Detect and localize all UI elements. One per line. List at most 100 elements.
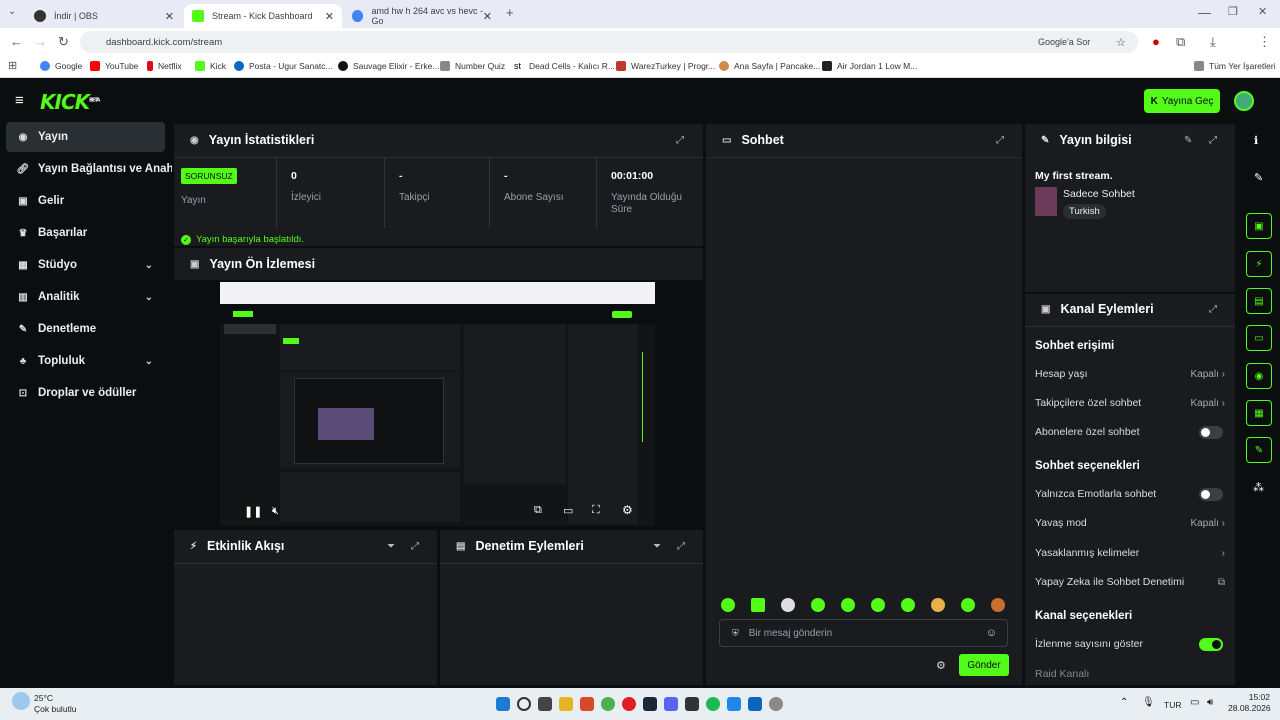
emote-icon[interactable] <box>841 598 855 612</box>
url-input[interactable]: dashboard.kick.com/stream Google'a Sor ☆ <box>80 31 1138 53</box>
chat-settings-gear-icon[interactable]: ⚙ <box>936 659 946 672</box>
emoji-icon[interactable]: ☺ <box>986 627 997 639</box>
pause-icon[interactable]: ❚❚ <box>244 505 262 518</box>
clock[interactable]: 15:02 28.08.2026 <box>1228 692 1271 714</box>
steam-icon[interactable] <box>643 697 657 711</box>
rail-broadcast-icon[interactable]: ◉ <box>1246 363 1272 389</box>
taskbar-app-icon[interactable] <box>580 697 594 711</box>
sidebar-item-analitik[interactable]: ▥ Analitik ⌄ <box>6 282 165 312</box>
sidebar-item-basarilar[interactable]: ♛ Başarılar <box>6 218 165 248</box>
bookmark-item[interactable]: st Dead Cells - Kalıcı R... <box>514 61 615 71</box>
all-bookmarks[interactable]: Tüm Yer İşaretleri <box>1194 61 1276 71</box>
fullscreen-icon[interactable]: ⛶ <box>592 504 600 517</box>
bookmark-item[interactable]: Air Jordan 1 Low M... <box>822 61 917 71</box>
close-icon[interactable]: ✕ <box>325 10 334 23</box>
bookmark-item[interactable]: Kick <box>195 61 226 71</box>
banned-words-setting[interactable]: Yasaklanmış kelimeler › <box>1035 546 1225 560</box>
bookmark-star-icon[interactable]: ☆ <box>1116 36 1126 49</box>
sidebar-item-droplar[interactable]: ⊡ Droplar ve ödüller <box>6 378 165 408</box>
emote-icon[interactable] <box>871 598 885 612</box>
expand-icon[interactable]: ⤢ <box>1209 304 1217 315</box>
microphone-icon[interactable]: 🎙︎ <box>1142 697 1155 708</box>
bookmark-item[interactable]: YouTube <box>90 61 138 71</box>
emote-icon[interactable] <box>751 598 765 612</box>
emote-icon[interactable] <box>781 598 795 612</box>
back-icon[interactable]: ← <box>10 34 23 49</box>
menu-kebab-icon[interactable]: ⋮ <box>1258 34 1271 50</box>
store-icon[interactable] <box>748 697 762 711</box>
rail-more-icon[interactable]: ⁂ <box>1253 481 1264 494</box>
send-button[interactable]: Gönder <box>959 654 1009 676</box>
apps-grid-icon[interactable]: ⊞ <box>8 59 17 72</box>
chrome-icon[interactable] <box>601 697 615 711</box>
emotes-only-toggle[interactable] <box>1199 487 1223 501</box>
kick-logo[interactable]: KICKBETA <box>40 90 100 114</box>
bookmark-item[interactable]: Netflix <box>147 61 182 71</box>
network-icon[interactable]: ▭ <box>1190 697 1199 708</box>
emote-icon[interactable] <box>961 598 975 612</box>
vscode-icon[interactable] <box>727 697 741 711</box>
rail-activity-icon[interactable]: ⚡︎ <box>1246 251 1272 277</box>
rail-stats-icon[interactable]: ▣ <box>1246 213 1272 239</box>
expand-icon[interactable]: ⤢ <box>676 135 684 146</box>
forward-icon[interactable]: → <box>34 34 47 49</box>
weather-cloud-icon[interactable] <box>12 692 30 710</box>
tab-obs[interactable]: İndir | OBS ✕ <box>26 4 182 28</box>
pip-icon[interactable]: ⧉ <box>534 504 542 517</box>
followers-only-setting[interactable]: Takipçilere özel sohbet Kapalı › <box>1035 396 1225 410</box>
filter-icon[interactable]: ⏷ <box>653 541 661 552</box>
windows-start-icon[interactable] <box>496 697 510 711</box>
info-icon[interactable]: ℹ <box>1254 134 1258 147</box>
sidebar-item-topluluk[interactable]: ♣ Topluluk ⌄ <box>6 346 165 376</box>
show-viewers-toggle[interactable] <box>1199 637 1223 651</box>
tray-chevron-icon[interactable]: ⌃ <box>1120 697 1128 708</box>
raid-channel-setting[interactable]: Raid Kanalı <box>1035 667 1225 681</box>
bookmark-item[interactable]: Ana Sayfa | Pancake... <box>719 61 820 71</box>
volume-icon[interactable]: 🔊︎ <box>1207 697 1213 708</box>
extension-icon[interactable]: ● <box>1152 34 1160 49</box>
sidebar-item-yayin[interactable]: ◉ Yayın <box>6 122 165 152</box>
minimize-icon[interactable]: — <box>1198 5 1211 20</box>
opera-icon[interactable] <box>622 697 636 711</box>
emote-icon[interactable] <box>991 598 1005 612</box>
rail-channel-icon[interactable]: ▦ <box>1246 400 1272 426</box>
settings-icon[interactable] <box>769 697 783 711</box>
edit-pencil-icon[interactable]: ✎ <box>1184 135 1192 146</box>
file-explorer-icon[interactable] <box>559 697 573 711</box>
expand-icon[interactable]: ⤢ <box>411 541 419 552</box>
mute-icon[interactable]: 🔇︎ <box>272 505 279 518</box>
rail-chat-icon[interactable]: ▭ <box>1246 325 1272 351</box>
new-tab-icon[interactable]: + <box>506 5 514 20</box>
slow-mode-setting[interactable]: Yavaş mod Kapalı › <box>1035 516 1225 530</box>
emote-icon[interactable] <box>931 598 945 612</box>
bookmark-item[interactable]: Sauvage Elixir - Erke... <box>338 61 439 71</box>
ai-moderation-setting[interactable]: Yapay Zeka ile Sohbet Denetimi ⧉ <box>1035 575 1225 589</box>
download-icon[interactable]: ⤓ <box>1210 34 1216 50</box>
reload-icon[interactable]: ↻ <box>58 34 69 50</box>
discord-icon[interactable] <box>664 697 678 711</box>
language-indicator[interactable]: TUR <box>1164 700 1181 710</box>
extensions-puzzle-icon[interactable]: ⧉ <box>1176 34 1185 50</box>
close-icon[interactable]: ✕ <box>483 10 492 23</box>
bookmark-item[interactable]: Google <box>40 61 82 71</box>
preview-video[interactable]: ❚❚ 🔇︎ ⧉ ▭ ⛶ ⚙ <box>220 282 655 526</box>
tab-search-icon[interactable]: ⌄ <box>8 6 16 17</box>
google-ask-button[interactable]: Google'a Sor <box>1038 37 1090 47</box>
sidebar-item-studyo[interactable]: ▦ Stüdyo ⌄ <box>6 250 165 280</box>
expand-icon[interactable]: ⤢ <box>677 541 685 552</box>
rail-modlog-icon[interactable]: ▤ <box>1246 288 1272 314</box>
settings-gear-icon[interactable]: ⚙ <box>622 503 633 517</box>
weather-widget[interactable]: 25°C Çok bulutlu <box>34 693 77 715</box>
close-window-icon[interactable]: ✕ <box>1258 5 1267 18</box>
task-view-icon[interactable] <box>538 697 552 711</box>
taskbar-search-icon[interactable] <box>517 697 531 711</box>
sidebar-item-gelir[interactable]: ▣ Gelir <box>6 186 165 216</box>
obs-icon[interactable] <box>685 697 699 711</box>
emote-icon[interactable] <box>721 598 735 612</box>
emote-icon[interactable] <box>811 598 825 612</box>
tab-google-search[interactable]: amd hw h 264 avc vs hevc - Go ✕ <box>344 4 500 28</box>
emote-icon[interactable] <box>901 598 915 612</box>
edit-icon[interactable]: ✎ <box>1254 171 1263 184</box>
spotify-icon[interactable] <box>706 697 720 711</box>
subs-only-toggle[interactable] <box>1199 425 1223 439</box>
